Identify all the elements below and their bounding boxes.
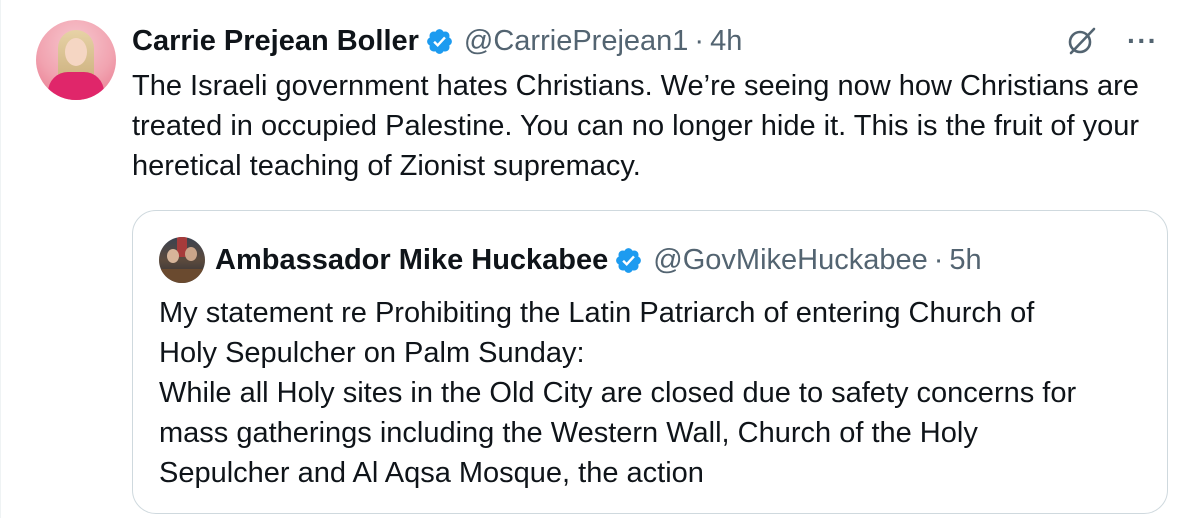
separator-dot: · <box>694 25 705 57</box>
quoted-tweet-text: My statement re Prohibiting the Latin Pa… <box>159 293 1149 493</box>
grok-icon[interactable] <box>1065 24 1099 58</box>
quoted-tweet-timestamp: 5h <box>949 244 982 276</box>
tweet-timestamp[interactable]: 4h <box>710 20 742 62</box>
author-name[interactable]: Carrie Prejean Boller <box>132 20 419 62</box>
tweet-header: Carrie Prejean Boller @CarriePrejean1 · … <box>132 20 742 62</box>
tweet-card[interactable]: Carrie Prejean Boller @CarriePrejean1 · … <box>0 0 1190 518</box>
quoted-author-avatar <box>159 237 205 283</box>
quoted-text-line: mass gatherings including the Western Wa… <box>159 417 978 449</box>
author-handle[interactable]: @CarriePrejean1 <box>464 20 688 62</box>
quoted-text-line: Sepulcher and Al Aqsa Mosque, the action <box>159 457 704 489</box>
quoted-tweet[interactable]: Ambassador Mike Huckabee @GovMikeHuckabe… <box>132 210 1168 514</box>
tweet-text: The Israeli government hates Christians.… <box>132 70 1140 182</box>
quoted-text-line: My statement re Prohibiting the Latin Pa… <box>159 297 1035 329</box>
quoted-author-handle: @GovMikeHuckabee <box>653 244 928 276</box>
author-avatar[interactable] <box>36 20 116 100</box>
verified-badge-icon <box>427 28 452 54</box>
quoted-author-name: Ambassador Mike Huckabee <box>215 244 609 276</box>
verified-badge-icon <box>616 247 642 273</box>
quoted-text-line: While all Holy sites in the Old City are… <box>159 377 1077 409</box>
more-icon[interactable]: ··· <box>1127 24 1158 58</box>
tweet-actions-top: ··· <box>1065 24 1158 58</box>
quoted-tweet-header: Ambassador Mike Huckabee @GovMikeHuckabe… <box>159 237 982 283</box>
separator-dot: · <box>933 244 944 276</box>
quoted-text-line: Holy Sepulcher on Palm Sunday: <box>159 337 585 369</box>
